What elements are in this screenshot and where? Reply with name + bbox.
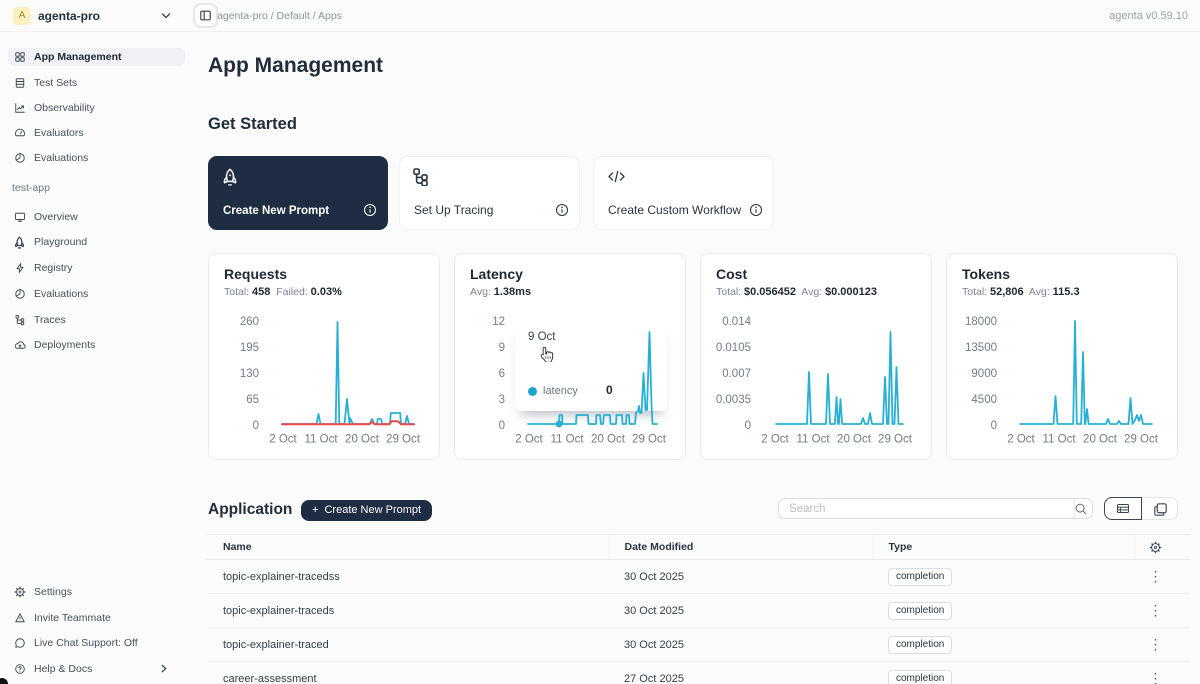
svg-text:20 Oct: 20 Oct bbox=[345, 434, 380, 446]
svg-text:20 Oct: 20 Oct bbox=[837, 434, 872, 446]
svg-text:29 Oct: 29 Oct bbox=[878, 434, 913, 446]
svg-text:29 Oct: 29 Oct bbox=[386, 434, 421, 446]
svg-text:0.014: 0.014 bbox=[722, 316, 751, 328]
svg-text:4500: 4500 bbox=[971, 394, 997, 406]
svg-text:65: 65 bbox=[246, 394, 259, 406]
svg-text:2 Oct: 2 Oct bbox=[761, 434, 789, 446]
svg-text:18000: 18000 bbox=[965, 316, 997, 328]
svg-text:29 Oct: 29 Oct bbox=[1124, 434, 1159, 446]
svg-text:2 Oct: 2 Oct bbox=[269, 434, 297, 446]
svg-text:0: 0 bbox=[745, 420, 751, 432]
svg-text:0: 0 bbox=[253, 420, 259, 432]
svg-text:13500: 13500 bbox=[965, 342, 997, 354]
svg-text:130: 130 bbox=[240, 368, 259, 380]
svg-text:11 Oct: 11 Oct bbox=[1042, 434, 1076, 446]
svg-text:0.0105: 0.0105 bbox=[716, 342, 751, 354]
svg-text:2 Oct: 2 Oct bbox=[1007, 434, 1035, 446]
svg-text:0.0035: 0.0035 bbox=[716, 394, 751, 406]
svg-text:11 Oct: 11 Oct bbox=[304, 434, 338, 446]
svg-text:0.007: 0.007 bbox=[722, 368, 751, 380]
svg-text:0: 0 bbox=[991, 420, 997, 432]
svg-text:11 Oct: 11 Oct bbox=[796, 434, 830, 446]
svg-text:9000: 9000 bbox=[971, 368, 997, 380]
svg-text:20 Oct: 20 Oct bbox=[1083, 434, 1118, 446]
svg-text:195: 195 bbox=[240, 342, 259, 354]
svg-text:260: 260 bbox=[240, 316, 259, 328]
